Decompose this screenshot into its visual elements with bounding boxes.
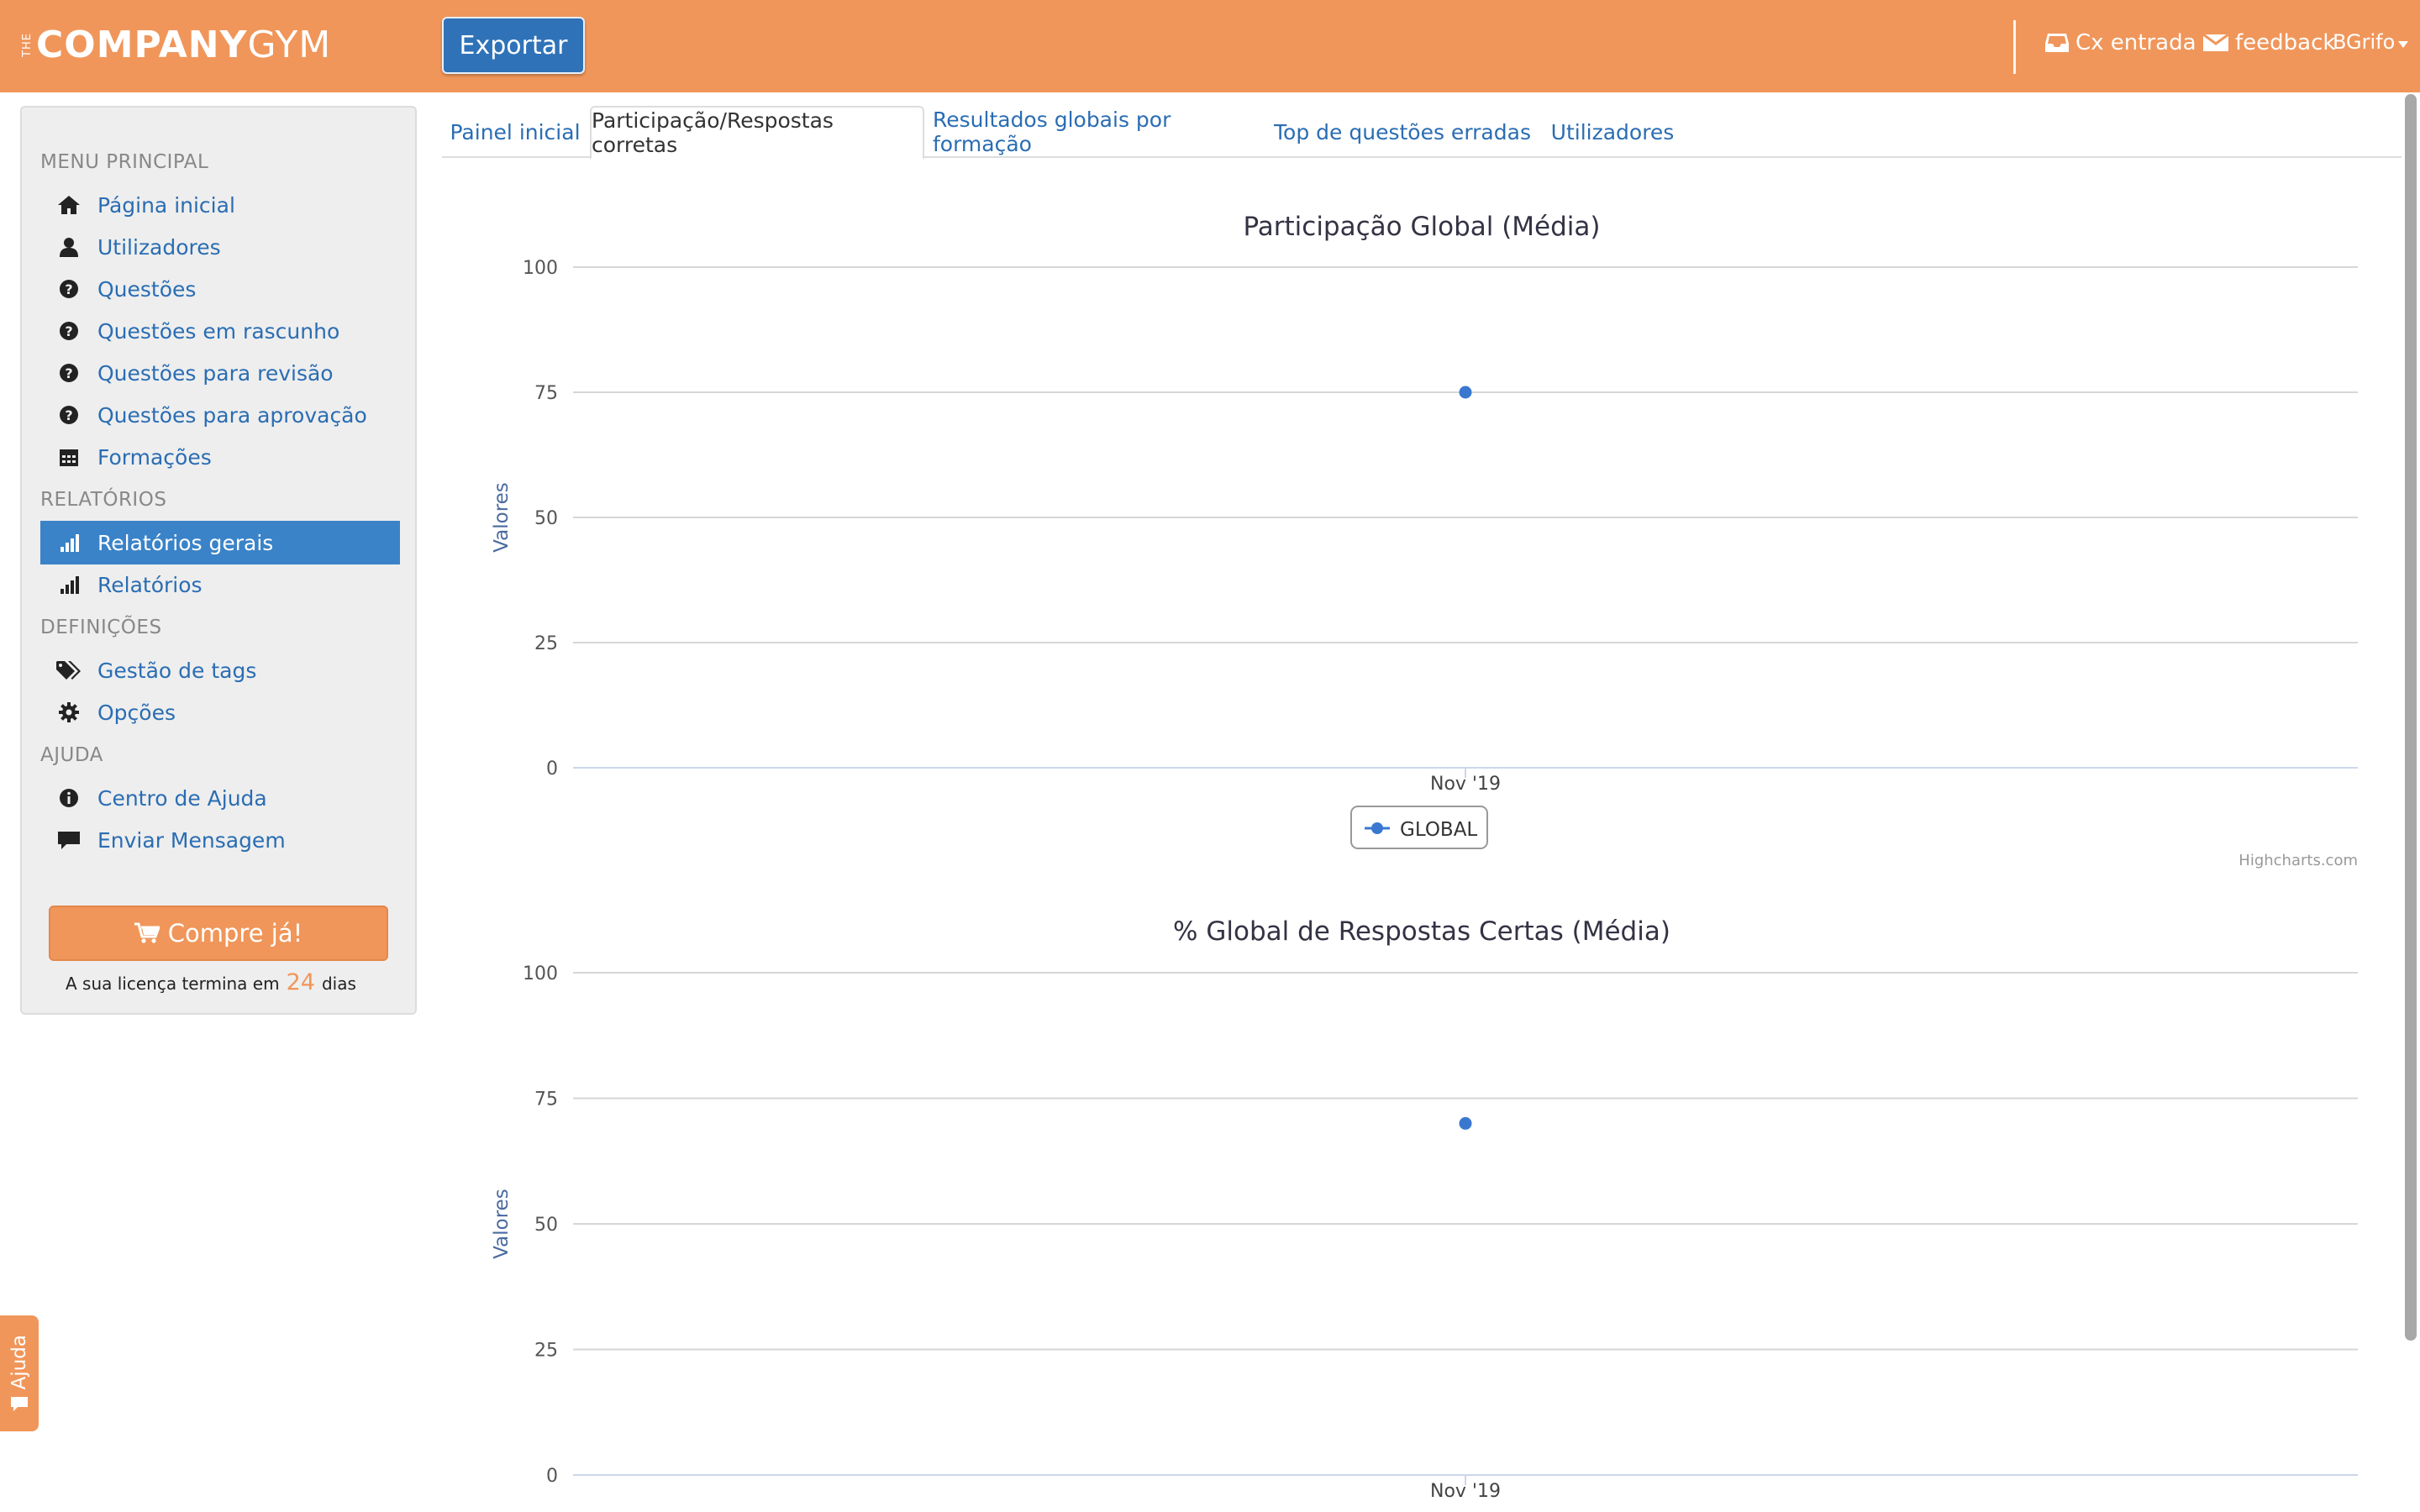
y-tick-label: 75 xyxy=(534,383,558,404)
x-tick-label: Nov '19 xyxy=(1430,1481,1501,1502)
y-tick-label: 50 xyxy=(534,1215,558,1236)
y-tick-label: 0 xyxy=(546,1466,558,1487)
data-point xyxy=(1459,386,1472,399)
y-tick-label: 0 xyxy=(546,759,558,780)
scrollbar[interactable] xyxy=(2405,94,2417,1341)
y-axis-title: Valores xyxy=(491,1189,513,1259)
y-tick-label: 100 xyxy=(523,258,558,279)
help-side-tab-label: Ajuda xyxy=(8,1335,30,1390)
legend-marker xyxy=(1371,822,1383,834)
help-side-tab[interactable]: Ajuda xyxy=(0,1315,39,1431)
comment-icon xyxy=(11,1396,28,1411)
x-tick-label: Nov '19 xyxy=(1430,774,1501,795)
chart-title: Participação Global (Média) xyxy=(1243,212,1600,242)
chart-title: % Global de Respostas Certas (Média) xyxy=(1173,916,1670,947)
y-tick-label: 50 xyxy=(534,508,558,529)
y-tick-label: 100 xyxy=(523,963,558,984)
y-tick-label: 25 xyxy=(534,633,558,654)
data-point xyxy=(1459,1116,1472,1130)
charts-canvas: Participação Global (Média) 0 25 50 75 100 Val… xyxy=(491,212,2358,1502)
chart-credits: Highcharts.com xyxy=(2238,852,2358,869)
legend-label: GLOBAL xyxy=(1400,819,1477,841)
y-tick-label: 75 xyxy=(534,1089,558,1110)
y-axis-title: Valores xyxy=(491,482,513,553)
y-tick-label: 25 xyxy=(534,1341,558,1362)
